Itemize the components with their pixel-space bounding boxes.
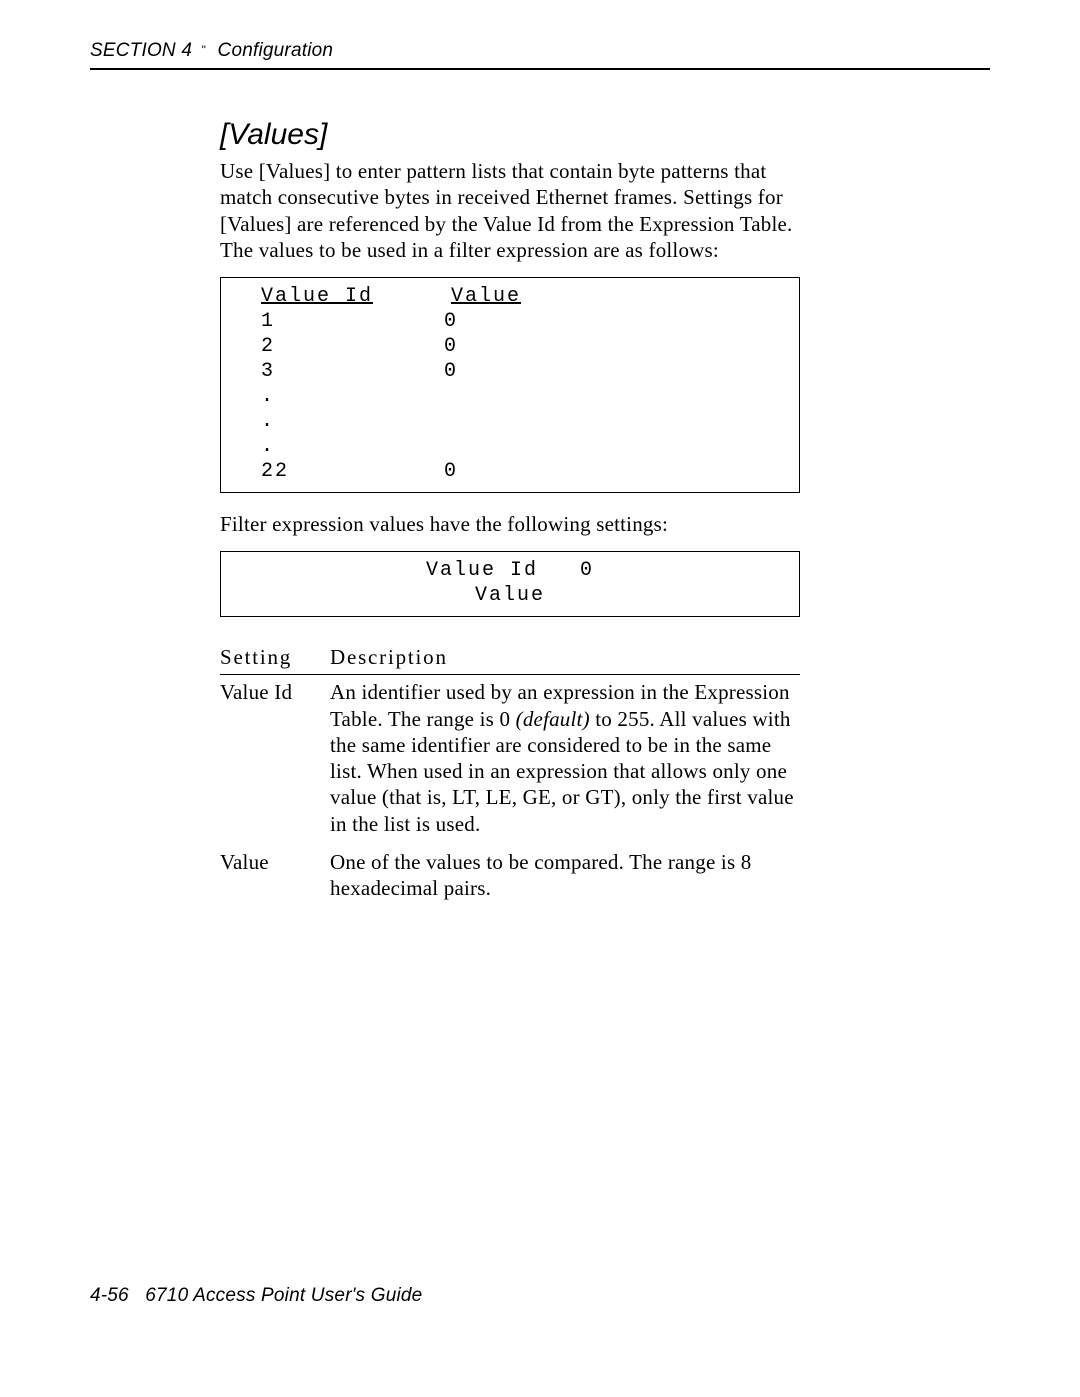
footer-book-title: 6710 Access Point User's Guide [145, 1285, 422, 1306]
value-id-box-header-id: Value Id [231, 284, 391, 309]
value-id-box-header-row: Value Id Value [231, 284, 789, 309]
header-glyph-icon: " [202, 43, 206, 57]
value-id-cell: 3 [231, 359, 391, 384]
value-val-cell: 0 [391, 359, 511, 384]
value-id-cell: 1 [231, 309, 391, 334]
ellipsis-row: . [231, 434, 789, 459]
value-id-row: 3 0 [231, 359, 789, 384]
footer-page-number: 4-56 [90, 1285, 129, 1306]
page-header: SECTION 4 " Configuration [90, 40, 990, 70]
intro-paragraph: Use [Values] to enter pattern lists that… [220, 158, 800, 263]
header-section-label: SECTION 4 [90, 40, 192, 61]
para-settings-intro: Filter expression values have the follow… [220, 511, 800, 537]
settings-desc-italic: (default) [516, 707, 590, 731]
ellipsis-row: . [231, 409, 789, 434]
settings-table-desc-cell: One of the values to be compared. The ra… [330, 845, 800, 910]
settings-table-row: Value Id An identifier used by an expres… [220, 675, 800, 845]
settings-preview-value: 0 [580, 558, 594, 583]
settings-table-setting-cell: Value Id [220, 675, 330, 845]
value-val-cell: 0 [391, 334, 511, 359]
settings-desc-before: One of the values to be compared. The ra… [330, 850, 752, 900]
value-id-cell: 2 [231, 334, 391, 359]
settings-table-header-description: Description [330, 645, 800, 675]
settings-table-setting-cell: Value [220, 845, 330, 910]
value-id-row: 2 0 [231, 334, 789, 359]
ellipsis-row: . [231, 384, 789, 409]
value-id-box-header-id-text: Value Id [261, 285, 373, 308]
header-text: SECTION 4 " Configuration [90, 40, 990, 62]
header-rule [90, 68, 990, 70]
content: [Values] Use [Values] to enter pattern l… [220, 108, 800, 909]
page: SECTION 4 " Configuration [Values] Use [… [0, 0, 1080, 1397]
settings-table-row: Value One of the values to be compared. … [220, 845, 800, 910]
value-id-box-header-spacer [391, 284, 451, 309]
section-title: [Values] [220, 118, 800, 152]
value-val-cell: 0 [391, 309, 511, 334]
settings-table-header-setting: Setting [220, 645, 330, 675]
settings-preview-line2: Value [231, 583, 789, 608]
header-subject: Configuration [218, 40, 334, 61]
settings-table-desc-cell: An identifier used by an expression in t… [330, 675, 800, 845]
value-id-cell: 22 [231, 459, 391, 484]
value-id-row: 22 0 [231, 459, 789, 484]
value-val-cell: 0 [391, 459, 511, 484]
settings-table: Setting Description Value Id An identifi… [220, 645, 800, 909]
settings-preview-line1: Value Id 0 [231, 558, 789, 583]
settings-preview-label: Value Id [426, 558, 538, 583]
settings-preview-box: Value Id 0 Value [220, 551, 800, 617]
value-id-box-header-val: Value [451, 284, 521, 309]
value-id-row: 1 0 [231, 309, 789, 334]
value-id-box: Value Id Value 1 0 2 0 3 0 . . . 22 0 [220, 277, 800, 493]
page-footer: 4-56 6710 Access Point User's Guide [90, 1285, 422, 1307]
value-id-box-header-val-text: Value [451, 285, 521, 308]
settings-table-header-row: Setting Description [220, 645, 800, 675]
